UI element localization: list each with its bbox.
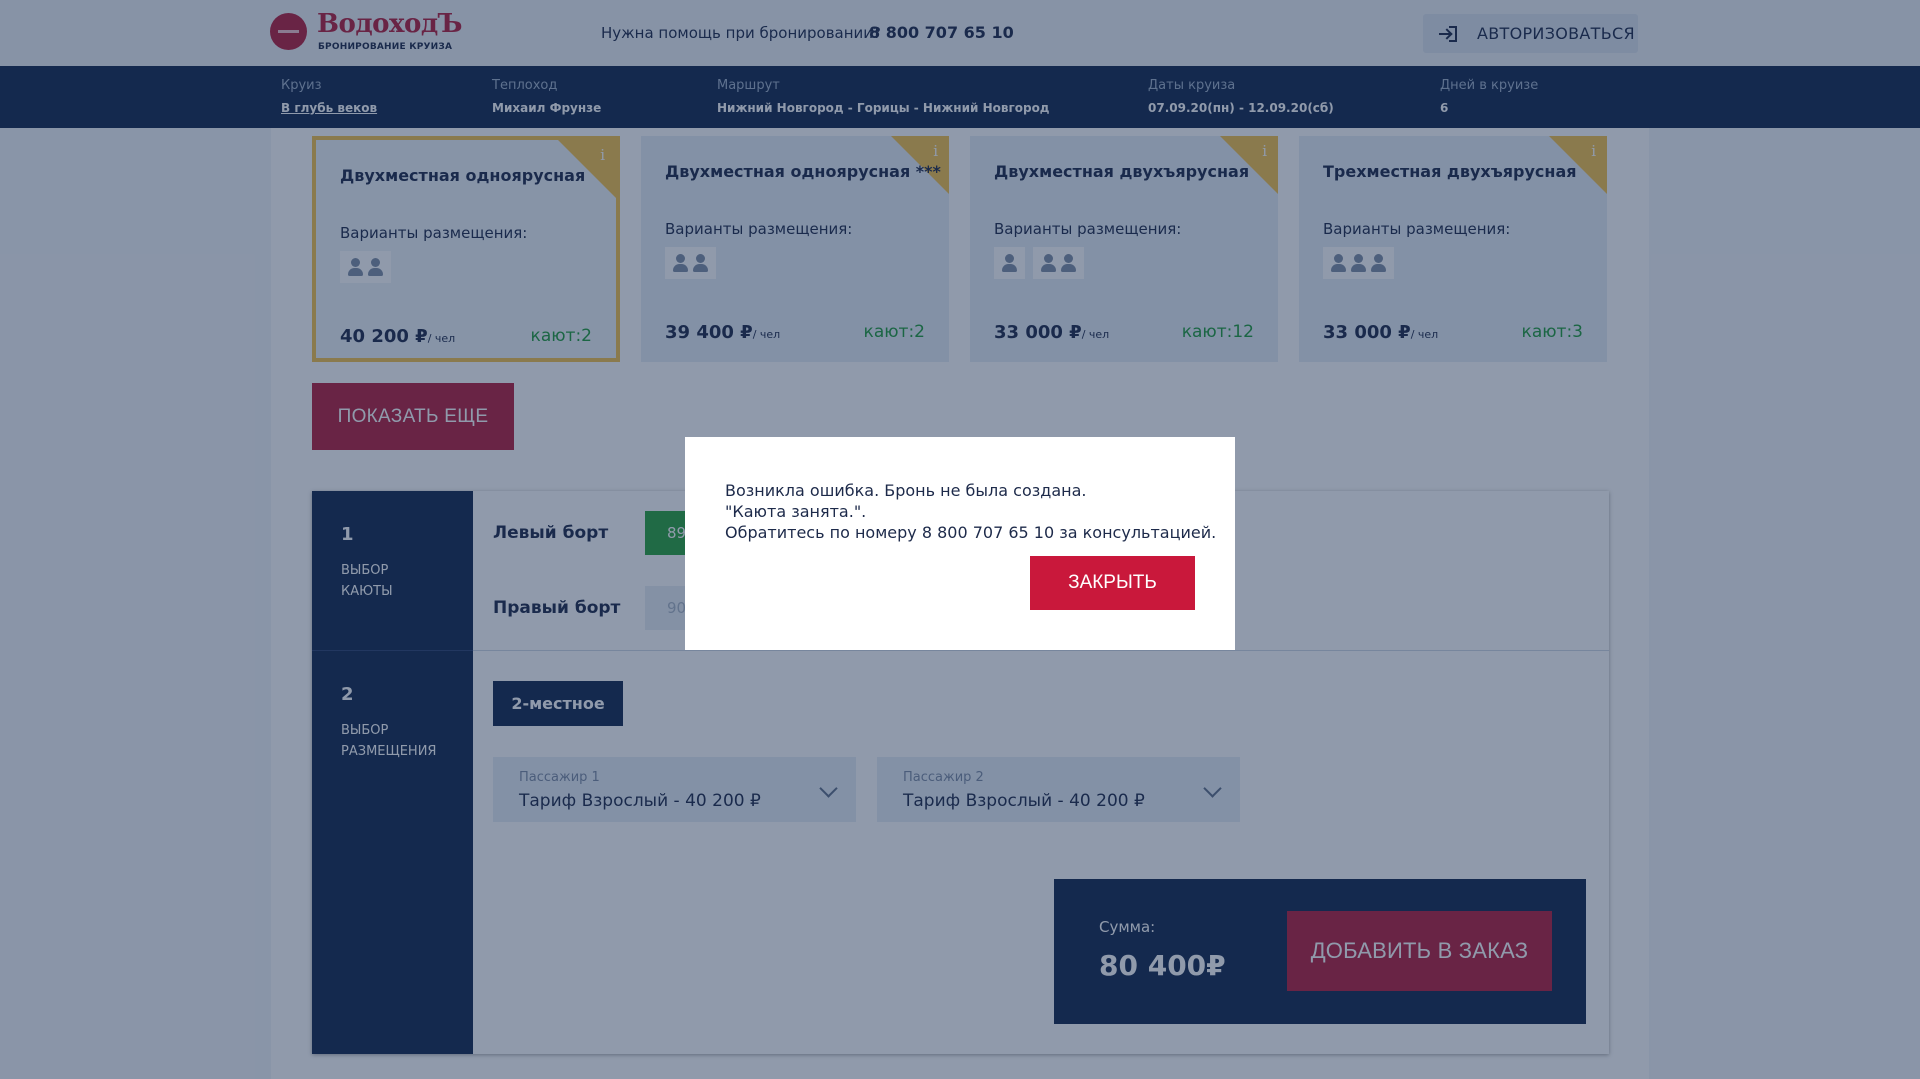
error-dialog: Возникла ошибка. Бронь не была создана. … xyxy=(685,437,1235,650)
error-line: "Каюта занята.". xyxy=(725,502,867,521)
error-line: Обратитесь по номеру 8 800 707 65 10 за … xyxy=(725,523,1217,542)
error-message: Возникла ошибка. Бронь не была создана. … xyxy=(725,480,1216,543)
error-line: Возникла ошибка. Бронь не была создана. xyxy=(725,481,1087,500)
close-button[interactable]: ЗАКРЫТЬ xyxy=(1030,556,1195,610)
